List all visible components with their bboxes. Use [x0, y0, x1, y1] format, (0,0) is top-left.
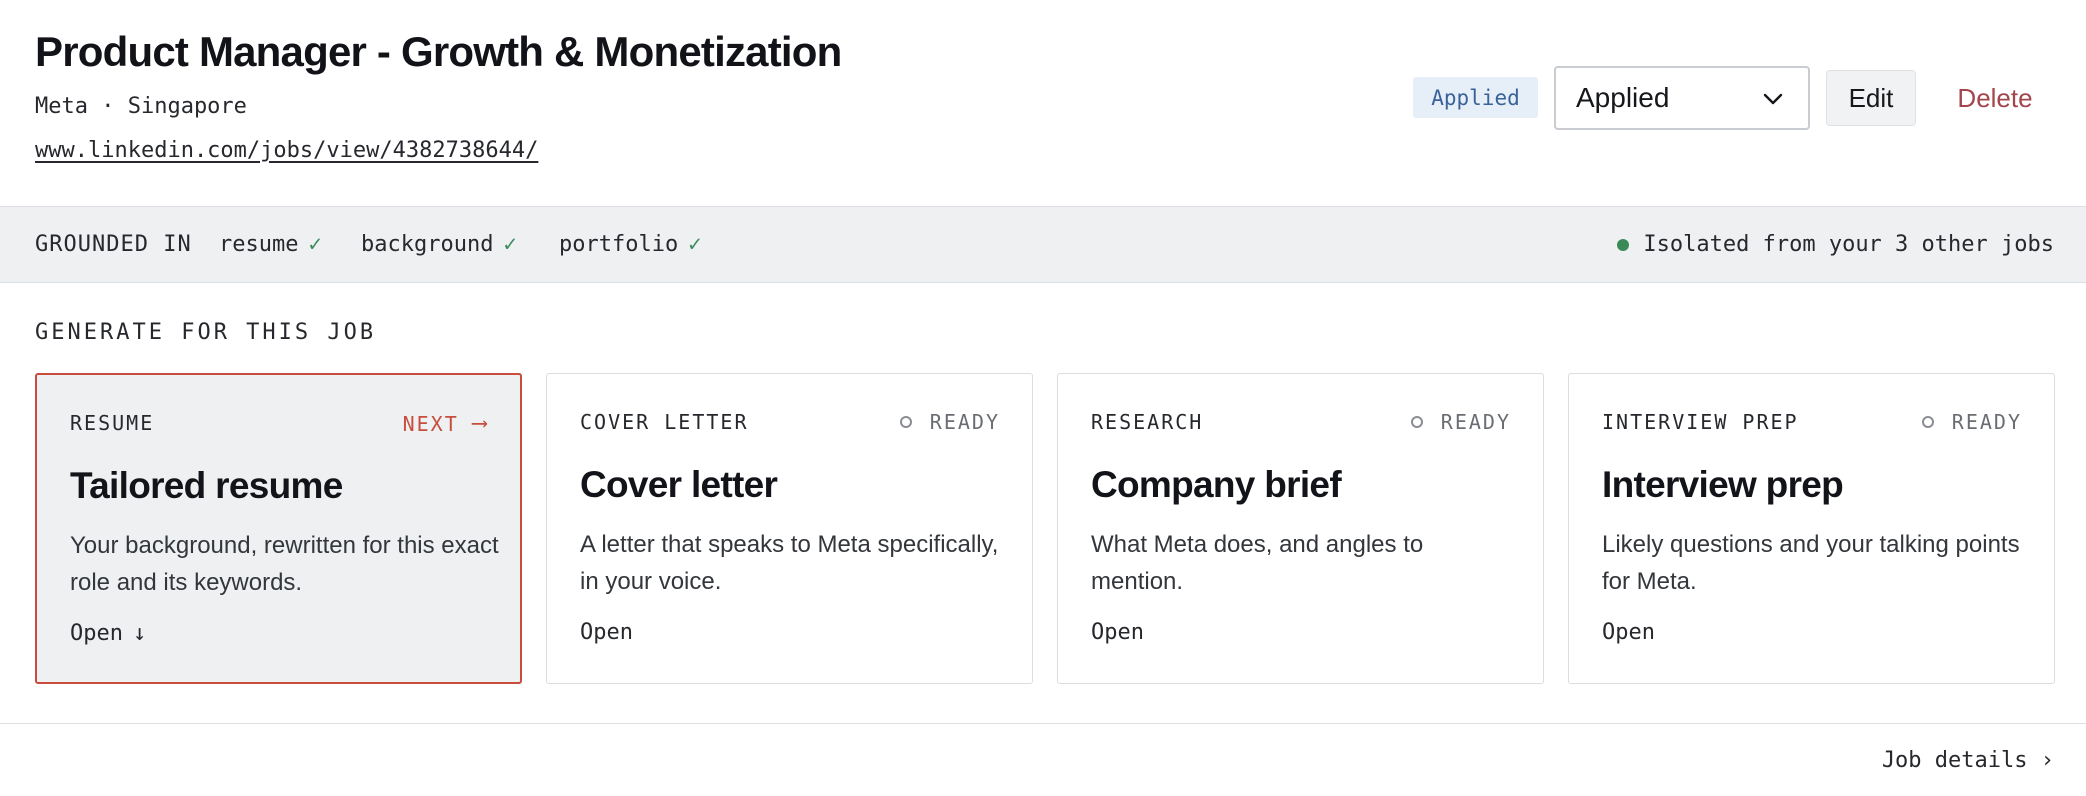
- source-resume: resume ✓: [219, 232, 322, 257]
- status-badge: Applied: [1413, 77, 1538, 118]
- chevron-down-icon: [1763, 93, 1783, 105]
- card-description: What Meta does, and angles to mention.: [1091, 531, 1424, 595]
- status-dot-icon: [1617, 238, 1630, 251]
- delete-button[interactable]: Delete: [1940, 70, 2050, 126]
- company-location: Meta · Singapore: [35, 94, 247, 119]
- card-kind: RESUME: [70, 411, 155, 435]
- card-title: Company brief: [1091, 464, 1342, 505]
- job-header: Product Manager - Growth & Monetization …: [0, 0, 2086, 206]
- state-label: NEXT: [402, 411, 459, 436]
- card-title: Interview prep: [1602, 464, 1844, 505]
- card-kind: COVER LETTER: [580, 410, 749, 434]
- card-resume[interactable]: RESUME NEXT ⟶ Tailored resume Your backgr…: [35, 373, 522, 684]
- ready-ring-icon: [1921, 416, 1934, 428]
- card-open-link[interactable]: Open: [1602, 620, 1655, 645]
- check-icon: ✓: [688, 232, 702, 257]
- state-label: READY: [1951, 410, 2022, 434]
- card-research[interactable]: RESEARCH READY Company brief What Meta d…: [1057, 373, 1544, 684]
- card-title: Tailored resume: [70, 465, 343, 506]
- status-select-value: Applied: [1576, 82, 1670, 113]
- source-portfolio: portfolio ✓: [559, 232, 701, 257]
- card-title: Cover letter: [580, 464, 778, 505]
- isolation-text: Isolated from your 3 other jobs: [1643, 232, 2054, 257]
- job-posting-link[interactable]: www.linkedin.com/jobs/view/4382738644/: [35, 138, 538, 163]
- job-details-toggle[interactable]: Job details ›: [1882, 748, 2054, 773]
- card-description: A letter that speaks to Meta specificall…: [580, 531, 999, 595]
- open-label: Open: [70, 621, 123, 646]
- card-description: Likely questions and your talking points…: [1602, 531, 2020, 595]
- grounded-label: GROUNDED IN: [35, 232, 192, 257]
- edit-button[interactable]: Edit: [1826, 70, 1916, 126]
- arrow-right-icon: ⟶: [472, 411, 488, 436]
- card-interview-prep[interactable]: INTERVIEW PREP READY Interview prep Like…: [1568, 373, 2055, 684]
- card-state: READY: [899, 410, 1000, 434]
- card-open-link[interactable]: Open: [580, 620, 633, 645]
- ready-ring-icon: [1410, 416, 1423, 428]
- status-select[interactable]: Applied: [1554, 66, 1810, 130]
- source-name: portfolio: [559, 232, 679, 257]
- page-title: Product Manager - Growth & Monetization: [35, 28, 842, 75]
- source-name: resume: [219, 232, 299, 257]
- card-kind: RESEARCH: [1091, 410, 1204, 434]
- check-icon: ✓: [503, 232, 517, 257]
- isolation-status: Isolated from your 3 other jobs: [1617, 232, 2054, 257]
- generate-section-label: GENERATE FOR THIS JOB: [35, 320, 377, 345]
- ready-ring-icon: [899, 416, 912, 428]
- card-state: NEXT ⟶: [403, 411, 488, 436]
- card-cover-letter[interactable]: COVER LETTER READY Cover letter A letter…: [546, 373, 1033, 684]
- card-kind: INTERVIEW PREP: [1602, 410, 1799, 434]
- card-open-link[interactable]: Open: [1091, 620, 1144, 645]
- state-label: READY: [1440, 410, 1511, 434]
- card-state: READY: [1410, 410, 1511, 434]
- card-open-link[interactable]: Open ↓: [70, 621, 146, 646]
- state-label: READY: [929, 410, 1000, 434]
- section-divider: [0, 723, 2086, 724]
- source-background: background ✓: [361, 232, 517, 257]
- card-description: Your background, rewritten for this exac…: [70, 532, 499, 596]
- grounded-bar: GROUNDED IN resume ✓ background ✓ portfoli…: [0, 206, 2086, 283]
- arrow-down-icon: ↓: [132, 621, 147, 646]
- source-name: background: [361, 232, 494, 257]
- check-icon: ✓: [308, 232, 322, 257]
- card-state: READY: [1921, 410, 2022, 434]
